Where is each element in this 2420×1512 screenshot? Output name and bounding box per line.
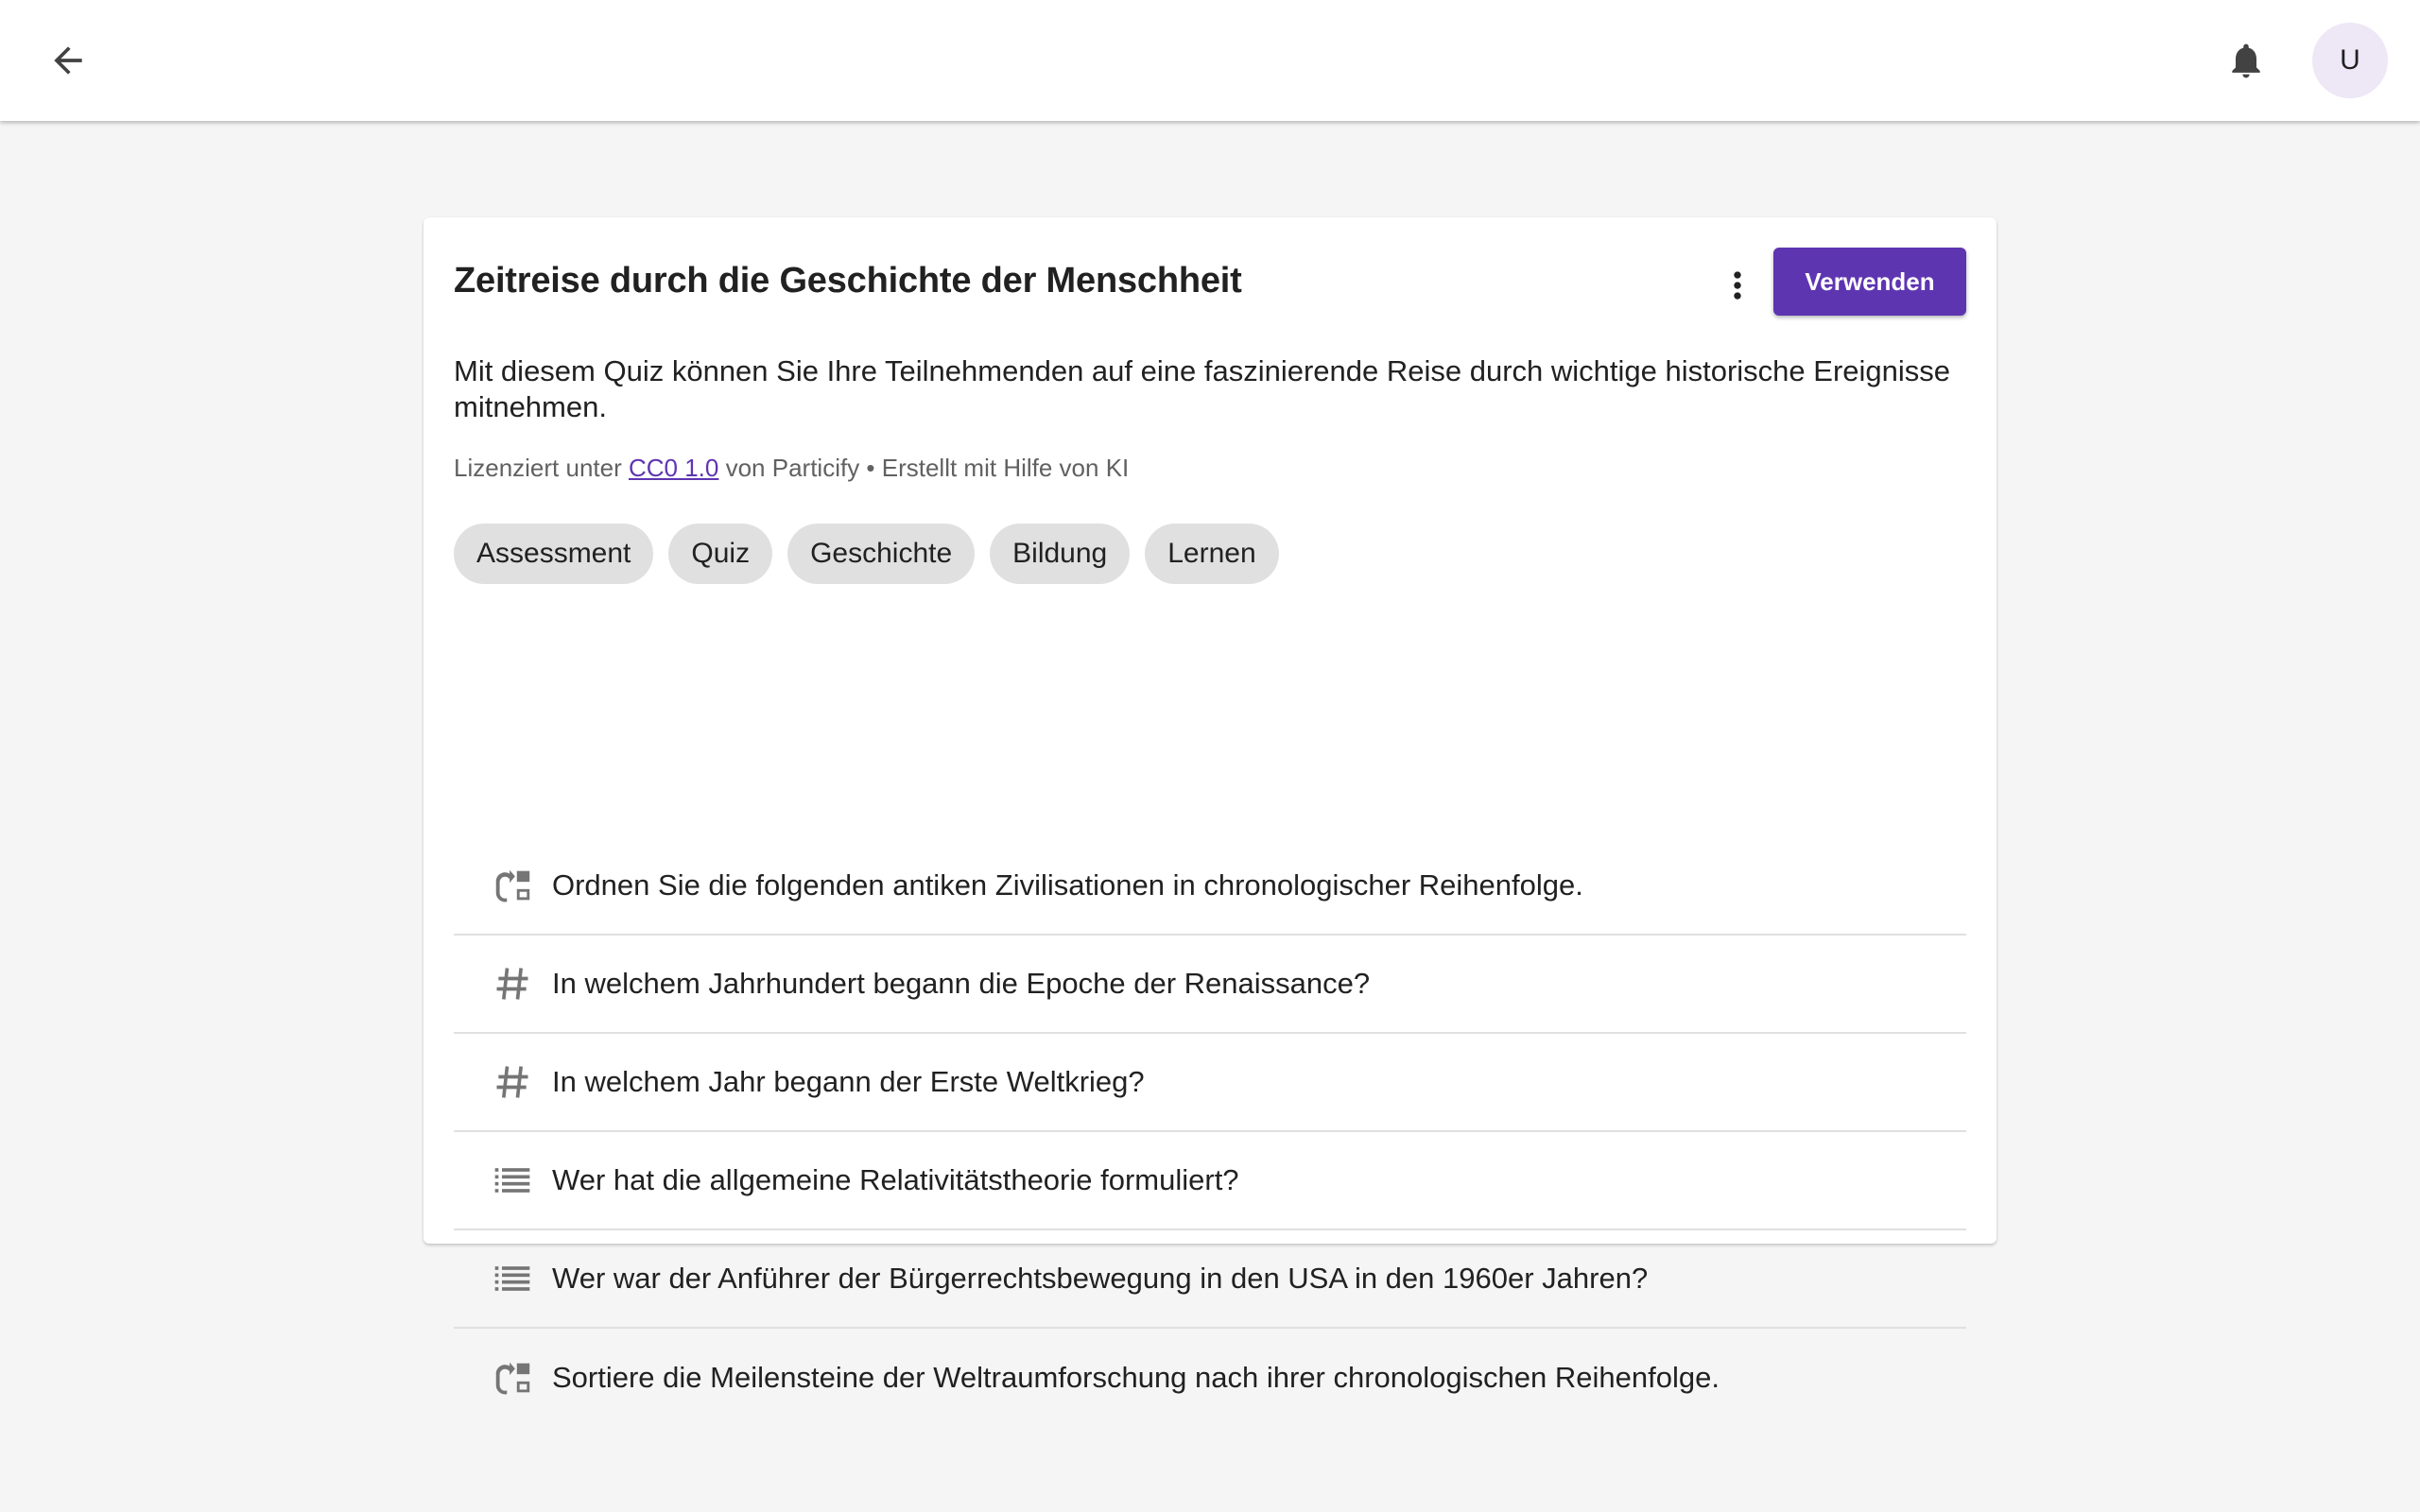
question-text: Sortiere die Meilensteine der Weltraumfo… [552, 1361, 1720, 1394]
use-button[interactable]: Verwenden [1773, 248, 1966, 316]
list-icon [484, 1152, 541, 1209]
question-row[interactable]: Ordnen Sie die folgenden antiken Zivilis… [454, 837, 1966, 936]
question-text: Wer war der Anführer der Bürgerrechtsbew… [552, 1262, 1649, 1295]
numeric-hash-icon [484, 955, 541, 1012]
license-line: Lizenziert unter CC0 1.0 von Particify •… [454, 454, 1129, 483]
tag-chip[interactable]: Quiz [668, 524, 773, 584]
card-description: Mit diesem Quiz können Sie Ihre Teilnehm… [454, 354, 1951, 423]
numeric-hash-icon [484, 1054, 541, 1110]
tag-chip[interactable]: Geschichte [787, 524, 976, 584]
back-button[interactable] [34, 26, 102, 94]
question-row[interactable]: Wer hat die allgemeine Relativitätstheor… [454, 1132, 1966, 1230]
question-text: In welchem Jahrhundert begann die Epoche… [552, 967, 1371, 1000]
sort-order-icon [484, 1349, 541, 1406]
tag-chip[interactable]: Assessment [454, 524, 654, 584]
license-link[interactable]: CC0 1.0 [629, 454, 718, 482]
sort-order-icon [484, 857, 541, 914]
more-vert-icon [1734, 271, 1741, 300]
question-row[interactable]: Sortiere die Meilensteine der Weltraumfo… [454, 1329, 1966, 1427]
bell-icon [2232, 43, 2260, 78]
question-text: Ordnen Sie die folgenden antiken Zivilis… [552, 868, 1583, 902]
question-row[interactable]: Wer war der Anführer der Bürgerrechtsbew… [454, 1230, 1966, 1329]
more-options-button[interactable] [1711, 255, 1764, 316]
top-app-bar: U [0, 0, 2420, 121]
question-text: Wer hat die allgemeine Relativitätstheor… [552, 1163, 1239, 1196]
user-avatar[interactable]: U [2312, 23, 2388, 98]
template-card: Zeitreise durch die Geschichte der Mensc… [424, 217, 1996, 1395]
license-prefix: Lizenziert unter [454, 454, 629, 482]
arrow-back-icon [54, 46, 82, 75]
question-text: In welchem Jahr begann der Erste Weltkri… [552, 1065, 1145, 1098]
tag-chip[interactable]: Lernen [1145, 524, 1279, 584]
license-suffix: von Particify • Erstellt mit Hilfe von K… [718, 454, 1130, 482]
question-row[interactable]: In welchem Jahr begann der Erste Weltkri… [454, 1034, 1966, 1132]
question-row[interactable]: In welchem Jahrhundert begann die Epoche… [454, 936, 1966, 1034]
notifications-button[interactable] [2212, 26, 2280, 94]
list-icon [484, 1250, 541, 1307]
tag-chip[interactable]: Bildung [990, 524, 1131, 584]
tag-list: Assessment Quiz Geschichte Bildung Lerne… [454, 524, 1279, 584]
card-title: Zeitreise durch die Geschichte der Mensc… [454, 261, 1242, 301]
